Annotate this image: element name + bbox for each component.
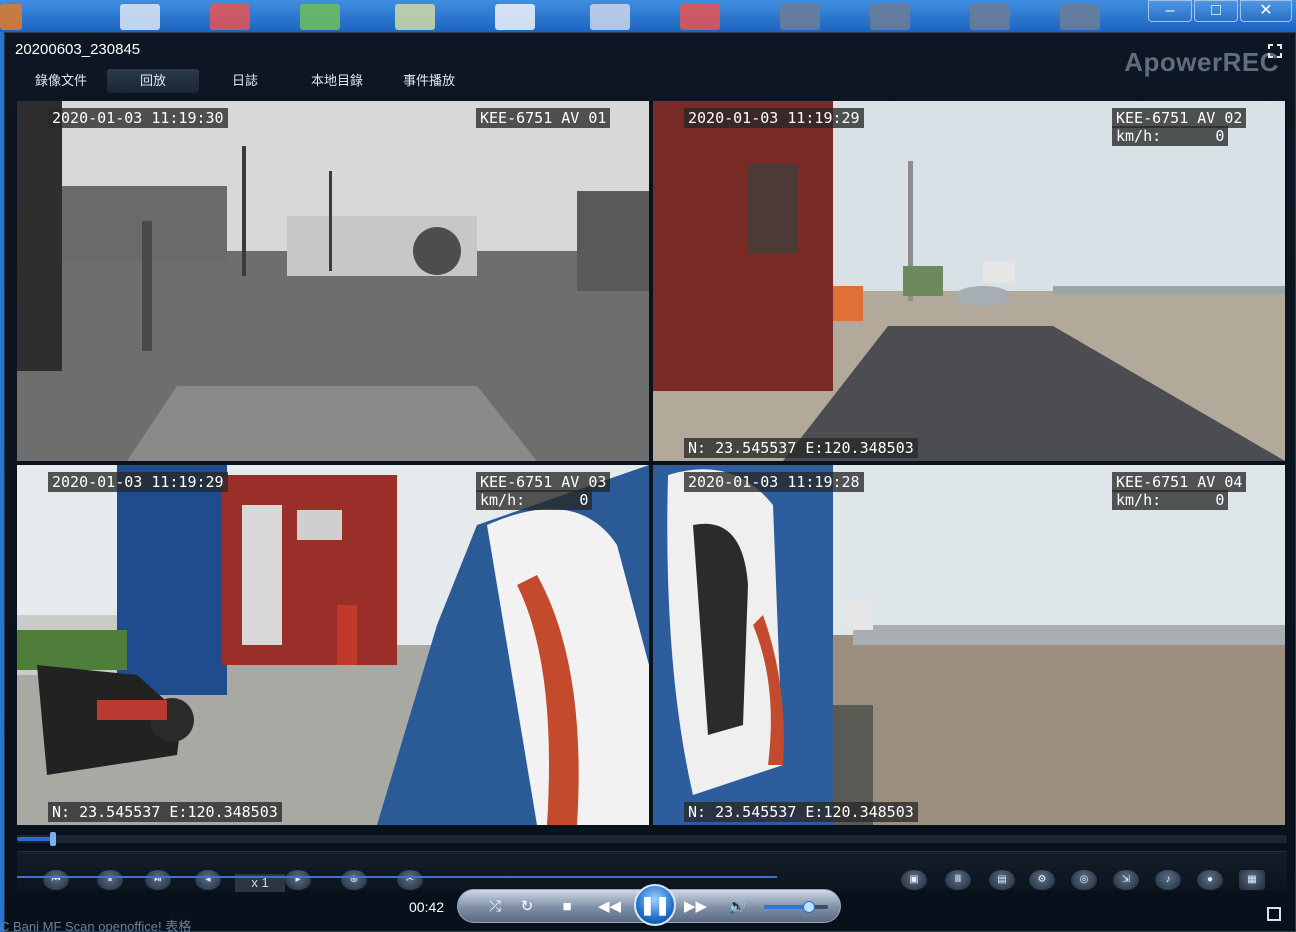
maximize-button[interactable]: □ xyxy=(1194,0,1238,22)
channel-3-gps: N: 23.545537 E:120.348503 xyxy=(48,802,282,822)
media-control-bar: ⤮ ↻ ■ ◀◀ ❚❚ ▶▶ 🔊 xyxy=(457,884,841,926)
channel-3-timestamp: 2020-01-03 11:19:29 xyxy=(48,472,228,492)
desktop-file-icon[interactable] xyxy=(590,4,630,30)
fast-forward-icon[interactable]: ▶▶ xyxy=(684,896,707,918)
video-channel-1[interactable]: 2020-01-03 11:19:30 KEE-6751 AV 01 xyxy=(17,101,649,461)
desktop-file-icon[interactable] xyxy=(780,4,820,30)
desktop-top-strip: – □ ✕ xyxy=(0,0,1296,32)
fullscreen-icon[interactable] xyxy=(1267,43,1283,59)
pause-all-icon[interactable]: ⏸ xyxy=(97,870,123,890)
desktop-file-icon[interactable] xyxy=(495,4,535,30)
layout-icon[interactable]: ▦ xyxy=(1239,870,1265,890)
channel-4-timestamp: 2020-01-03 11:19:28 xyxy=(684,472,864,492)
screenshot-icon[interactable]: ▣ xyxy=(901,870,927,890)
rewind-icon[interactable]: ◀◀ xyxy=(598,896,621,918)
menu-event-playback[interactable]: 事件播放 xyxy=(383,69,475,93)
camera-feed-1 xyxy=(17,101,649,461)
main-menu: 錄像文件 回放 日誌 本地目錄 事件播放 xyxy=(15,69,475,95)
settings-icon[interactable]: ⚙ xyxy=(1029,870,1055,890)
channel-1-plate: KEE-6751 AV 01 xyxy=(476,108,611,128)
window-title: 20200603_230845 xyxy=(15,41,141,58)
window-controls: – □ ✕ xyxy=(1148,0,1292,22)
desktop-file-icon[interactable] xyxy=(395,4,435,30)
seek-thumb[interactable] xyxy=(49,832,56,846)
pause-icon[interactable]: ❚❚ xyxy=(634,884,676,926)
folder-icon[interactable]: ▤ xyxy=(989,870,1015,890)
player-window: 20200603_230845 ApowerREC 錄像文件 回放 日誌 本地目… xyxy=(4,32,1296,932)
desktop-browser-icon[interactable] xyxy=(300,4,340,30)
volume-thumb[interactable] xyxy=(802,901,815,913)
brand-watermark: ApowerREC xyxy=(1124,47,1279,77)
close-button[interactable]: ✕ xyxy=(1240,0,1292,22)
menu-playback[interactable]: 回放 xyxy=(107,69,199,93)
camera-feed-4 xyxy=(653,465,1285,825)
channel-3-speed: km/h: 0 xyxy=(476,490,593,510)
channel-2-timestamp: 2020-01-03 11:19:29 xyxy=(684,108,864,128)
menu-log[interactable]: 日誌 xyxy=(199,69,291,93)
repeat-icon[interactable]: ↻ xyxy=(516,896,538,918)
seek-bar[interactable] xyxy=(17,832,1287,846)
mini-mode-icon[interactable] xyxy=(1267,907,1281,921)
channel-4-gps: N: 23.545537 E:120.348503 xyxy=(684,802,918,822)
camera-feed-3 xyxy=(17,465,649,825)
desktop-file-icon[interactable] xyxy=(1060,4,1100,30)
desktop-file-icon[interactable] xyxy=(210,4,250,30)
clip-icon[interactable]: ✂ xyxy=(397,870,423,890)
channel-2-gps: N: 23.545537 E:120.348503 xyxy=(684,438,918,458)
stop-icon[interactable]: ■ xyxy=(556,896,578,918)
channel-2-plate: KEE-6751 AV 02 xyxy=(1112,108,1247,128)
channel-3-plate: KEE-6751 AV 03 xyxy=(476,472,611,492)
export-icon[interactable]: ⇲ xyxy=(1113,870,1139,890)
zoom-icon[interactable]: ⊕ xyxy=(341,870,367,890)
desktop-file-icon[interactable] xyxy=(120,4,160,30)
desktop-file-icon[interactable] xyxy=(970,4,1010,30)
map-icon[interactable]: ◎ xyxy=(1071,870,1097,890)
audio-icon[interactable]: ♪ xyxy=(1155,870,1181,890)
elapsed-time: 00:42 xyxy=(409,899,445,915)
channel-1-timestamp: 2020-01-03 11:19:30 xyxy=(48,108,228,128)
video-channel-2[interactable]: 2020-01-03 11:19:29 KEE-6751 AV 02 km/h:… xyxy=(653,101,1285,461)
minimize-button[interactable]: – xyxy=(1148,0,1192,22)
speed-up-icon[interactable]: ▸ xyxy=(285,870,311,890)
slow-down-icon[interactable]: ◂ xyxy=(195,870,221,890)
record-icon[interactable]: ● xyxy=(1197,870,1223,890)
desktop-file-icon[interactable] xyxy=(870,4,910,30)
shuffle-icon[interactable]: ⤮ xyxy=(484,896,506,918)
desktop-file-icon[interactable] xyxy=(680,4,720,30)
bars-icon[interactable]: Ⅲ xyxy=(945,870,971,890)
video-grid: 2020-01-03 11:19:30 KEE-6751 AV 01 2020-… xyxy=(17,101,1287,825)
prev-file-icon[interactable]: ⏮ xyxy=(43,870,69,890)
volume-icon[interactable]: 🔊 xyxy=(726,896,748,918)
menu-local-directory[interactable]: 本地目錄 xyxy=(291,69,383,93)
channel-4-plate: KEE-6751 AV 04 xyxy=(1112,472,1247,492)
channel-4-speed: km/h: 0 xyxy=(1112,490,1229,510)
desktop-taskbar-labels: C Bani MF Scan openoffice! 表格 xyxy=(0,919,192,932)
desktop-app-icon[interactable] xyxy=(0,4,22,30)
seek-progress xyxy=(17,837,53,841)
overlay-progress-line xyxy=(17,876,777,878)
step-frame-icon[interactable]: ⏯ xyxy=(145,870,171,890)
menu-recordings[interactable]: 錄像文件 xyxy=(15,69,107,93)
video-channel-4[interactable]: 2020-01-03 11:19:28 KEE-6751 AV 04 km/h:… xyxy=(653,465,1285,825)
title-bar: 20200603_230845 ApowerREC xyxy=(5,33,1295,77)
channel-2-speed: km/h: 0 xyxy=(1112,126,1229,146)
camera-feed-2 xyxy=(653,101,1285,461)
volume-slider[interactable] xyxy=(764,901,828,913)
video-channel-3[interactable]: 2020-01-03 11:19:29 KEE-6751 AV 03 km/h:… xyxy=(17,465,649,825)
